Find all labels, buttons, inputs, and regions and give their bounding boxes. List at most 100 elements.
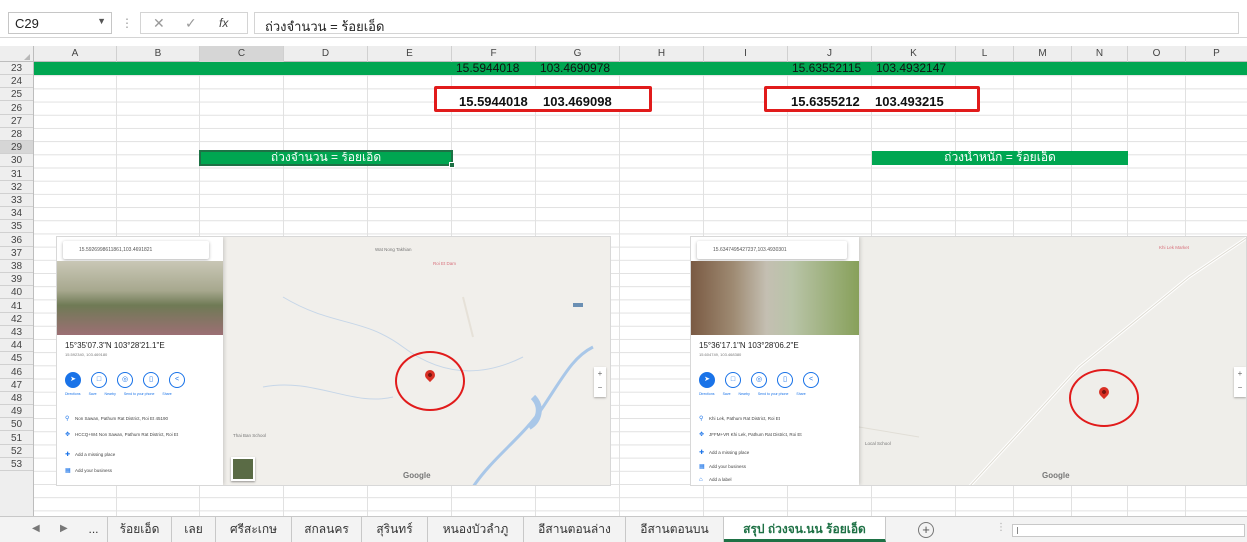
row-header[interactable]: 53 [0,458,33,471]
row-header[interactable]: 28 [0,128,33,141]
map-screenshot-2[interactable]: Khi Lek Market Local School + − Google 15… [690,236,1247,486]
row-header[interactable]: 35 [0,220,33,234]
row-header[interactable]: 50 [0,418,33,432]
row-header[interactable]: 40 [0,286,33,300]
row-header[interactable]: 44 [0,339,33,353]
map-screenshot-1[interactable]: Wat Nong Takhian Roi Et Dam Thai Ban Sch… [56,236,611,486]
column-header-b[interactable]: B [117,46,200,62]
scrollbar-thumb[interactable] [1017,527,1022,534]
cancel-icon[interactable]: ✕ [153,15,165,32]
tab-si-sa-ket[interactable]: ศรีสะเกษ [216,517,292,542]
row-header[interactable]: 27 [0,115,33,128]
send-to-phone-icon[interactable]: ▯ [777,372,793,388]
column-header-g[interactable]: G [536,46,620,62]
map-address-item[interactable]: ⚲ Khi Lek, Pathum Rat District, Roi Et [699,415,780,422]
row-header[interactable]: 36 [0,234,33,247]
row-header[interactable]: 39 [0,273,33,287]
column-header-i[interactable]: I [704,46,788,62]
row-header[interactable]: 45 [0,352,33,366]
tab-loei[interactable]: เลย [172,517,216,542]
column-header-p[interactable]: P [1186,46,1247,62]
row-header[interactable]: 32 [0,181,33,194]
map-search-box[interactable]: 15.5926998611861,103.4691821 [63,241,209,259]
map-pluscode-item[interactable]: ✥ JFFM+VR Khi Lek, Pathum Rat District, R… [699,431,802,438]
street-view-photo[interactable] [57,261,223,335]
column-header-e[interactable]: E [368,46,452,62]
fill-handle[interactable] [449,162,455,168]
directions-icon[interactable]: ➤ [65,372,81,388]
column-header-c[interactable]: C [200,46,284,62]
row-header[interactable]: 26 [0,102,33,115]
enter-icon[interactable]: ✓ [185,15,197,32]
map-address-item[interactable]: ⚲ Non Sawan, Pathum Rat District, Roi Et … [65,415,168,422]
column-header-h[interactable]: H [620,46,704,62]
horizontal-scrollbar[interactable] [1012,524,1245,537]
tab-upper-isan[interactable]: อีสานตอนบน [626,517,724,542]
column-header-l[interactable]: L [956,46,1014,62]
chevron-down-icon[interactable]: ▼ [97,16,106,26]
name-box[interactable]: C29 ▼ [8,12,112,34]
street-view-photo[interactable] [691,261,859,335]
row-header[interactable]: 49 [0,405,33,419]
tab-summary-active[interactable]: สรุป ถ่วงจน.นน ร้อยเอ็ด [724,517,886,542]
map-pluscode-item[interactable]: ✥ HCCQ+W4 Non Sawan, Pathum Rat District,… [65,431,178,438]
row-header[interactable]: 31 [0,168,33,181]
row-header[interactable]: 41 [0,300,33,313]
map-area[interactable]: Khi Lek Market Local School + − Google [859,237,1246,485]
map-add-place-item[interactable]: ✚ Add a missing place [699,449,749,456]
row-header[interactable]: 25 [0,88,33,102]
formula-input[interactable]: ถ่วงจำนวน = ร้อยเอ็ด [254,12,1239,34]
add-sheet-icon[interactable]: + [918,522,934,538]
row-header[interactable]: 42 [0,313,33,326]
share-icon[interactable]: < [169,372,185,388]
nearby-icon[interactable]: ◎ [117,372,133,388]
row-header[interactable]: 37 [0,247,33,260]
send-to-phone-icon[interactable]: ▯ [143,372,159,388]
row-header[interactable]: 23 [0,62,33,75]
column-header-a[interactable]: A [34,46,117,62]
cell-g23[interactable]: 103.4690978 [536,62,619,75]
map-add-place-item[interactable]: ✚ Add a missing place [65,451,115,458]
tab-roi-et[interactable]: ร้อยเอ็ด [108,517,172,542]
column-header-f[interactable]: F [452,46,536,62]
cell-k23[interactable]: 103.4932147 [872,62,955,75]
map-add-label-item[interactable]: ⌂ Add a label [699,477,732,483]
map-add-business-item[interactable]: ▦ Add your business [65,467,112,474]
map-add-business-item[interactable]: ▦ Add your business [699,463,746,470]
row-header[interactable]: 46 [0,366,33,379]
column-header-o[interactable]: O [1128,46,1186,62]
row-header[interactable]: 52 [0,445,33,458]
tab-splitter-icon[interactable]: ⋮ [996,522,1006,533]
row-header[interactable]: 38 [0,260,33,273]
nearby-icon[interactable]: ◎ [751,372,767,388]
map-area[interactable]: Wat Nong Takhian Roi Et Dam Thai Ban Sch… [223,237,610,485]
row-header[interactable]: 34 [0,207,33,221]
save-icon[interactable]: □ [91,372,107,388]
tab-surin[interactable]: สุรินทร์ [362,517,428,542]
row-header[interactable]: 33 [0,194,33,207]
directions-icon[interactable]: ➤ [699,372,715,388]
tab-scroll-right-icon[interactable]: ▶ [60,523,68,534]
select-all-button[interactable] [0,46,34,62]
row-header[interactable]: 48 [0,392,33,405]
column-header-m[interactable]: M [1014,46,1072,62]
cell-f23[interactable]: 15.5944018 [452,62,535,75]
tab-nong-bua-lamphu[interactable]: หนองบัวลำภู [428,517,524,542]
column-header-d[interactable]: D [284,46,368,62]
tab-lower-isan[interactable]: อีสานตอนล่าง [524,517,626,542]
row-header[interactable]: 24 [0,75,33,89]
row-header[interactable]: 47 [0,379,33,392]
tab-sakon-nakhon[interactable]: สกลนคร [292,517,362,542]
cell-k29[interactable]: ถ่วงน้ำหนัก = ร้อยเอ็ด [872,151,1128,164]
share-icon[interactable]: < [803,372,819,388]
row-header-selected[interactable]: 29 [0,141,33,155]
cell-grid[interactable]: 15.5944018 103.4690978 15.63552115 103.4… [34,62,1247,516]
zoom-control[interactable]: + − [594,367,606,397]
tab-scroll-left-icon[interactable]: ◀ [32,523,40,534]
row-header[interactable]: 43 [0,326,33,339]
column-header-k[interactable]: K [872,46,956,62]
insert-function-icon[interactable]: fx [219,16,228,30]
satellite-layer-thumbnail[interactable] [231,457,255,481]
map-search-box[interactable]: 15.6347495427237,103.4930301 [697,241,847,259]
row-header[interactable]: 51 [0,432,33,445]
